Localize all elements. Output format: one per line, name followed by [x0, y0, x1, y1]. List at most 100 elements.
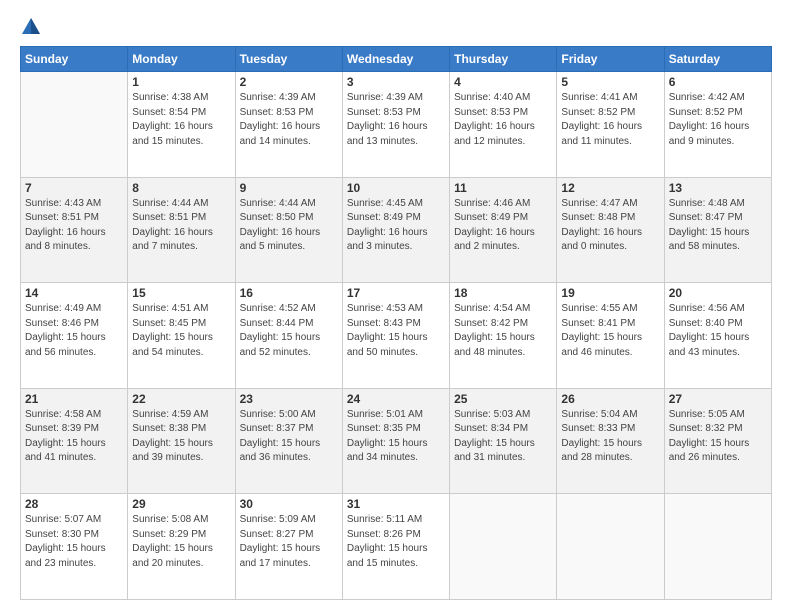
day-info: Sunrise: 4:59 AMSunset: 8:38 PMDaylight:… [132, 408, 230, 466]
calendar-day-29: 29 Sunrise: 5:08 AMSunset: 8:29 PMDayligh… [128, 494, 235, 600]
day-number: 31 [347, 497, 445, 511]
day-number: 18 [454, 286, 552, 300]
calendar-day-22: 22 Sunrise: 4:59 AMSunset: 8:38 PMDayligh… [128, 388, 235, 494]
day-info: Sunrise: 5:00 AMSunset: 8:37 PMDaylight:… [240, 408, 338, 466]
day-number: 28 [25, 497, 123, 511]
calendar-week-row: 7 Sunrise: 4:43 AMSunset: 8:51 PMDaylight… [21, 177, 772, 283]
day-info: Sunrise: 4:42 AMSunset: 8:52 PMDaylight:… [669, 91, 767, 149]
calendar-day-5: 5Sunrise: 4:41 AMSunset: 8:52 PMDaylight… [557, 72, 664, 178]
day-info: Sunrise: 5:08 AMSunset: 8:29 PMDaylight:… [132, 513, 230, 571]
calendar-day-6: 6 Sunrise: 4:42 AMSunset: 8:52 PMDaylight… [664, 72, 771, 178]
day-info: Sunrise: 4:38 AMSunset: 8:54 PMDaylight:… [132, 91, 230, 149]
day-number: 13 [669, 181, 767, 195]
day-info: Sunrise: 4:44 AMSunset: 8:51 PMDaylight:… [132, 197, 230, 255]
day-number: 27 [669, 392, 767, 406]
day-number: 7 [25, 181, 123, 195]
day-info: Sunrise: 4:54 AMSunset: 8:42 PMDaylight:… [454, 302, 552, 360]
day-info: Sunrise: 4:49 AMSunset: 8:46 PMDaylight:… [25, 302, 123, 360]
logo [20, 16, 46, 38]
day-number: 20 [669, 286, 767, 300]
day-number: 5 [561, 75, 659, 89]
calendar-day-13: 13 Sunrise: 4:48 AMSunset: 8:47 PMDayligh… [664, 177, 771, 283]
day-number: 8 [132, 181, 230, 195]
calendar-day-30: 30 Sunrise: 5:09 AMSunset: 8:27 PMDayligh… [235, 494, 342, 600]
day-number: 16 [240, 286, 338, 300]
calendar-day-2: 2 Sunrise: 4:39 AMSunset: 8:53 PMDaylight… [235, 72, 342, 178]
day-info: Sunrise: 5:03 AMSunset: 8:34 PMDaylight:… [454, 408, 552, 466]
day-number: 25 [454, 392, 552, 406]
calendar-day-10: 10 Sunrise: 4:45 AMSunset: 8:49 PMDayligh… [342, 177, 449, 283]
col-header-sunday: Sunday [21, 47, 128, 72]
calendar-week-row: 1 Sunrise: 4:38 AMSunset: 8:54 PMDaylight… [21, 72, 772, 178]
calendar-day-15: 15 Sunrise: 4:51 AMSunset: 8:45 PMDayligh… [128, 283, 235, 389]
day-number: 3 [347, 75, 445, 89]
day-info: Sunrise: 4:45 AMSunset: 8:49 PMDaylight:… [347, 197, 445, 255]
calendar-day-18: 18 Sunrise: 4:54 AMSunset: 8:42 PMDayligh… [450, 283, 557, 389]
day-number: 10 [347, 181, 445, 195]
calendar-empty [21, 72, 128, 178]
calendar-day-8: 8 Sunrise: 4:44 AMSunset: 8:51 PMDaylight… [128, 177, 235, 283]
day-number: 24 [347, 392, 445, 406]
calendar-day-31: 31Sunrise: 5:11 AMSunset: 8:26 PMDayligh… [342, 494, 449, 600]
calendar-day-28: 28 Sunrise: 5:07 AMSunset: 8:30 PMDayligh… [21, 494, 128, 600]
calendar-day-11: 11Sunrise: 4:46 AMSunset: 8:49 PMDayligh… [450, 177, 557, 283]
calendar-empty [557, 494, 664, 600]
day-info: Sunrise: 4:43 AMSunset: 8:51 PMDaylight:… [25, 197, 123, 255]
day-info: Sunrise: 4:48 AMSunset: 8:47 PMDaylight:… [669, 197, 767, 255]
day-info: Sunrise: 5:05 AMSunset: 8:32 PMDaylight:… [669, 408, 767, 466]
calendar-day-14: 14 Sunrise: 4:49 AMSunset: 8:46 PMDayligh… [21, 283, 128, 389]
day-info: Sunrise: 4:58 AMSunset: 8:39 PMDaylight:… [25, 408, 123, 466]
day-number: 19 [561, 286, 659, 300]
logo-icon [20, 16, 42, 38]
day-info: Sunrise: 4:56 AMSunset: 8:40 PMDaylight:… [669, 302, 767, 360]
day-number: 14 [25, 286, 123, 300]
col-header-monday: Monday [128, 47, 235, 72]
calendar-day-4: 4 Sunrise: 4:40 AMSunset: 8:53 PMDaylight… [450, 72, 557, 178]
calendar-day-20: 20 Sunrise: 4:56 AMSunset: 8:40 PMDayligh… [664, 283, 771, 389]
day-info: Sunrise: 4:39 AMSunset: 8:53 PMDaylight:… [240, 91, 338, 149]
day-number: 11 [454, 181, 552, 195]
calendar-day-12: 12Sunrise: 4:47 AMSunset: 8:48 PMDayligh… [557, 177, 664, 283]
col-header-thursday: Thursday [450, 47, 557, 72]
day-number: 12 [561, 181, 659, 195]
calendar-day-25: 25 Sunrise: 5:03 AMSunset: 8:34 PMDayligh… [450, 388, 557, 494]
calendar-table: SundayMondayTuesdayWednesdayThursdayFrid… [20, 46, 772, 600]
calendar-day-1: 1 Sunrise: 4:38 AMSunset: 8:54 PMDaylight… [128, 72, 235, 178]
day-number: 21 [25, 392, 123, 406]
day-number: 4 [454, 75, 552, 89]
calendar-day-9: 9Sunrise: 4:44 AMSunset: 8:50 PMDaylight… [235, 177, 342, 283]
day-info: Sunrise: 4:52 AMSunset: 8:44 PMDaylight:… [240, 302, 338, 360]
day-info: Sunrise: 4:53 AMSunset: 8:43 PMDaylight:… [347, 302, 445, 360]
calendar-day-7: 7 Sunrise: 4:43 AMSunset: 8:51 PMDaylight… [21, 177, 128, 283]
header [20, 16, 772, 38]
calendar-day-16: 16 Sunrise: 4:52 AMSunset: 8:44 PMDayligh… [235, 283, 342, 389]
calendar-day-24: 24Sunrise: 5:01 AMSunset: 8:35 PMDayligh… [342, 388, 449, 494]
day-number: 15 [132, 286, 230, 300]
day-number: 29 [132, 497, 230, 511]
calendar-week-row: 14 Sunrise: 4:49 AMSunset: 8:46 PMDayligh… [21, 283, 772, 389]
calendar-day-23: 23Sunrise: 5:00 AMSunset: 8:37 PMDayligh… [235, 388, 342, 494]
day-number: 30 [240, 497, 338, 511]
day-number: 22 [132, 392, 230, 406]
day-info: Sunrise: 4:51 AMSunset: 8:45 PMDaylight:… [132, 302, 230, 360]
day-number: 2 [240, 75, 338, 89]
day-info: Sunrise: 4:39 AMSunset: 8:53 PMDaylight:… [347, 91, 445, 149]
calendar-day-3: 3 Sunrise: 4:39 AMSunset: 8:53 PMDaylight… [342, 72, 449, 178]
calendar-day-27: 27 Sunrise: 5:05 AMSunset: 8:32 PMDayligh… [664, 388, 771, 494]
day-info: Sunrise: 5:07 AMSunset: 8:30 PMDaylight:… [25, 513, 123, 571]
day-number: 26 [561, 392, 659, 406]
calendar-day-21: 21 Sunrise: 4:58 AMSunset: 8:39 PMDayligh… [21, 388, 128, 494]
day-info: Sunrise: 4:40 AMSunset: 8:53 PMDaylight:… [454, 91, 552, 149]
calendar-day-26: 26Sunrise: 5:04 AMSunset: 8:33 PMDayligh… [557, 388, 664, 494]
calendar-week-row: 21 Sunrise: 4:58 AMSunset: 8:39 PMDayligh… [21, 388, 772, 494]
page: SundayMondayTuesdayWednesdayThursdayFrid… [0, 0, 792, 612]
day-info: Sunrise: 5:09 AMSunset: 8:27 PMDaylight:… [240, 513, 338, 571]
day-info: Sunrise: 4:44 AMSunset: 8:50 PMDaylight:… [240, 197, 338, 255]
col-header-saturday: Saturday [664, 47, 771, 72]
day-number: 17 [347, 286, 445, 300]
day-number: 6 [669, 75, 767, 89]
calendar-week-row: 28 Sunrise: 5:07 AMSunset: 8:30 PMDayligh… [21, 494, 772, 600]
calendar-day-17: 17 Sunrise: 4:53 AMSunset: 8:43 PMDayligh… [342, 283, 449, 389]
calendar-empty [664, 494, 771, 600]
day-number: 1 [132, 75, 230, 89]
